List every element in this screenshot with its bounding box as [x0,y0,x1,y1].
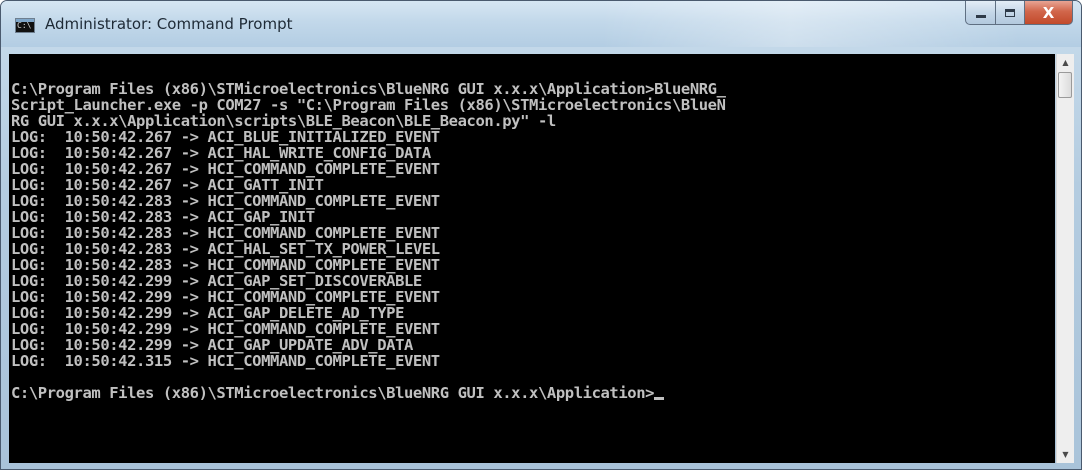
command-prompt-window: C:\ Administrator: Command Prompt X C:\P… [0,0,1082,470]
console-line: LOG: 10:50:42.299 -> HCI_COMMAND_COMPLET… [11,288,440,306]
console-line: RG GUI x.x.x\Application\scripts\BLE_Bea… [11,112,556,130]
console-line: LOG: 10:50:42.299 -> ACI_GAP_UPDATE_ADV_… [11,336,413,354]
console-line: LOG: 10:50:42.267 -> ACI_BLUE_INITIALIZE… [11,128,440,146]
console-line: LOG: 10:50:42.267 -> ACI_HAL_WRITE_CONFI… [11,144,431,162]
minimize-button[interactable] [965,1,995,25]
console-line: LOG: 10:50:42.283 -> ACI_GAP_INIT [11,208,315,226]
maximize-button[interactable] [995,1,1025,25]
console-line: C:\Program Files (x86)\STMicroelectronic… [11,80,726,98]
console-line: LOG: 10:50:42.283 -> HCI_COMMAND_COMPLET… [11,256,440,274]
title-bar-glow [601,1,1021,47]
console-output[interactable]: C:\Program Files (x86)\STMicroelectronic… [9,54,1055,463]
command-prompt-icon[interactable]: C:\ [15,18,35,33]
console-line: Script_Launcher.exe -p COM27 -s "C:\Prog… [11,96,726,114]
console-line: C:\Program Files (x86)\STMicroelectronic… [9,385,1055,401]
console-line: LOG: 10:50:42.283 -> HCI_COMMAND_COMPLET… [11,192,440,210]
maximize-icon [1005,8,1015,17]
scroll-thumb[interactable] [1058,72,1072,98]
title-bar[interactable]: C:\ Administrator: Command Prompt X [1,1,1081,47]
close-button[interactable]: X [1025,1,1073,25]
scroll-up-arrow-icon[interactable]: ▲ [1057,54,1074,71]
console-line: LOG: 10:50:42.299 -> ACI_GAP_SET_DISCOVE… [11,272,422,290]
caption-buttons: X [965,1,1073,25]
console-line: LOG: 10:50:42.283 -> HCI_COMMAND_COMPLET… [11,224,440,242]
console-line: LOG: 10:50:42.299 -> HCI_COMMAND_COMPLET… [11,320,440,338]
console-line: LOG: 10:50:42.283 -> ACI_HAL_SET_TX_POWE… [11,240,440,258]
scroll-down-arrow-icon[interactable]: ▼ [1057,446,1074,463]
console-line: LOG: 10:50:42.315 -> HCI_COMMAND_COMPLET… [11,352,440,370]
text-cursor [654,397,665,400]
vertical-scrollbar[interactable]: ▲ ▼ [1056,54,1074,463]
console-line: LOG: 10:50:42.299 -> ACI_GAP_DELETE_AD_T… [11,304,404,322]
close-icon: X [1042,3,1055,22]
console-line: LOG: 10:50:42.267 -> ACI_GATT_INIT [11,176,324,194]
window-title: Administrator: Command Prompt [45,15,293,33]
console-line: LOG: 10:50:42.267 -> HCI_COMMAND_COMPLET… [11,160,440,178]
minimize-icon [975,15,986,18]
